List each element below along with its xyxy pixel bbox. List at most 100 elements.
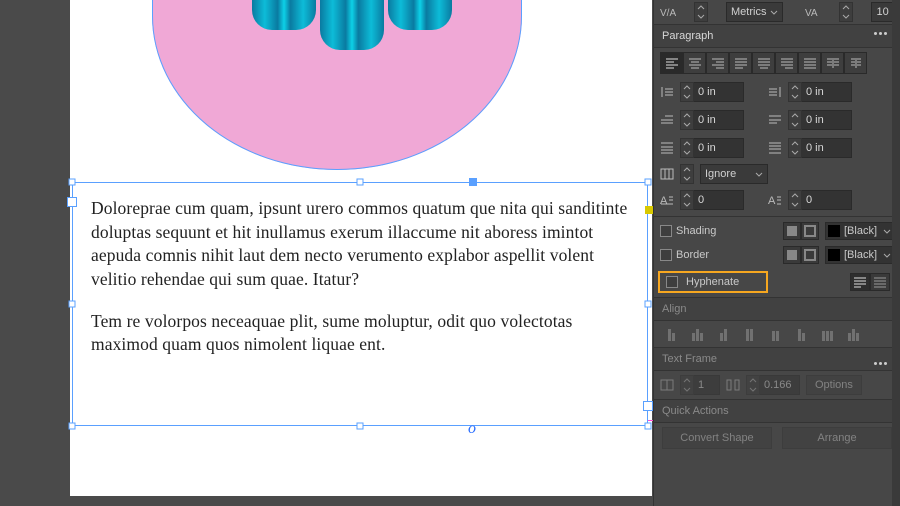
align-away-spine-button[interactable] xyxy=(844,52,867,74)
frame-handle[interactable] xyxy=(645,179,652,186)
justify-center-button[interactable] xyxy=(752,52,775,74)
last-line-indent-input[interactable] xyxy=(802,110,852,130)
paragraph-align-buttons xyxy=(654,48,900,78)
align-buttons xyxy=(654,321,900,347)
align-right-button[interactable] xyxy=(706,52,729,74)
quickactions-panel-header[interactable]: Quick Actions xyxy=(654,399,900,423)
image-frame-circle[interactable] xyxy=(152,0,522,170)
space-after-input[interactable] xyxy=(802,138,852,158)
last-line-indent-stepper[interactable] xyxy=(788,110,852,130)
textframe-panel-header[interactable]: Text Frame xyxy=(654,347,900,371)
border-swatch-dropdown[interactable]: [Black] xyxy=(825,246,894,264)
properties-panel: V/A Metrics VA 10 Paragraph xyxy=(653,0,900,506)
last-line-indent-icon xyxy=(768,114,782,126)
indent-right-icon xyxy=(768,86,782,98)
first-line-indent-stepper[interactable] xyxy=(680,110,744,130)
hyphenate-checkbox[interactable] xyxy=(666,276,678,288)
justify-all-button[interactable] xyxy=(798,52,821,74)
fill-icon[interactable] xyxy=(783,222,801,240)
align-v-centers-icon[interactable] xyxy=(766,327,784,341)
chevron-down-icon xyxy=(883,229,891,234)
chevron-down-icon xyxy=(883,253,891,258)
frame-handle[interactable] xyxy=(645,301,652,308)
dropcap-lines-input[interactable] xyxy=(694,190,744,210)
overset-indicator: o xyxy=(468,420,476,438)
distribute-v-icon[interactable] xyxy=(844,327,862,341)
dropcap-chars-input[interactable] xyxy=(802,190,852,210)
space-after-stepper[interactable] xyxy=(788,138,852,158)
distribute-h-icon[interactable] xyxy=(818,327,836,341)
text-out-port[interactable] xyxy=(643,401,653,411)
align-bottom-edges-icon[interactable] xyxy=(792,327,810,341)
body-paragraph-1[interactable]: Doloreprae cum quam, ipsunt urero commos… xyxy=(91,197,629,292)
indent-right-stepper[interactable] xyxy=(788,82,852,102)
align-top-edges-icon[interactable] xyxy=(740,327,758,341)
align-h-centers-icon[interactable] xyxy=(688,327,706,341)
indent-left-input[interactable] xyxy=(694,82,744,102)
kerning-dropdown[interactable]: Metrics xyxy=(726,2,783,22)
frame-handle[interactable] xyxy=(357,179,364,186)
paragraph-composer-button[interactable] xyxy=(870,273,890,291)
indent-right-input[interactable] xyxy=(802,82,852,102)
frame-handle[interactable] xyxy=(69,179,76,186)
kerning-stepper[interactable] xyxy=(694,2,708,22)
kerning-value: Metrics xyxy=(731,6,766,18)
justify-right-button[interactable] xyxy=(775,52,798,74)
span-columns-dropdown[interactable]: Ignore xyxy=(700,164,768,184)
frame-handle[interactable] xyxy=(69,301,76,308)
align-panel-header[interactable]: Align xyxy=(654,297,900,321)
border-checkbox[interactable] xyxy=(660,249,672,261)
first-line-indent-input[interactable] xyxy=(694,110,744,130)
dropcap-lines-icon: A xyxy=(660,194,674,206)
paragraph-panel-header[interactable]: Paragraph xyxy=(654,24,900,48)
space-before-input[interactable] xyxy=(694,138,744,158)
frame-handle[interactable] xyxy=(357,423,364,430)
shading-label: Shading xyxy=(676,225,716,237)
align-left-button[interactable] xyxy=(660,52,683,74)
border-fillstroke-toggle[interactable] xyxy=(783,246,819,264)
stroke-icon[interactable] xyxy=(801,246,819,264)
stroke-icon[interactable] xyxy=(801,222,819,240)
svg-text:V/A: V/A xyxy=(660,8,676,18)
cactus-image xyxy=(252,0,452,50)
dropcap-chars-stepper[interactable] xyxy=(788,190,852,210)
character-kerning-row: V/A Metrics VA 10 xyxy=(654,0,900,24)
svg-text:VA: VA xyxy=(805,8,818,18)
single-line-composer-button[interactable] xyxy=(850,273,870,291)
panel-dock-strip[interactable] xyxy=(892,0,900,506)
justify-left-button[interactable] xyxy=(729,52,752,74)
shading-fillstroke-toggle[interactable] xyxy=(783,222,819,240)
frame-anchor-right[interactable] xyxy=(645,206,653,214)
gutter-input[interactable] xyxy=(760,375,800,395)
arrange-button[interactable]: Arrange xyxy=(782,427,892,449)
body-paragraph-2[interactable]: Tem re volorpos neceaquae plit, sume mol… xyxy=(91,310,629,357)
align-left-edges-icon[interactable] xyxy=(662,327,680,341)
align-center-button[interactable] xyxy=(683,52,706,74)
hyphenate-label: Hyphenate xyxy=(686,276,739,288)
columns-stepper[interactable] xyxy=(680,375,720,395)
tracking-stepper[interactable] xyxy=(839,2,853,22)
frame-handle[interactable] xyxy=(69,423,76,430)
span-columns-stepper[interactable] xyxy=(680,164,694,184)
align-right-edges-icon[interactable] xyxy=(714,327,732,341)
dropcap-lines-stepper[interactable] xyxy=(680,190,744,210)
document-canvas[interactable]: Doloreprae cum quam, ipsunt urero commos… xyxy=(0,0,653,506)
text-frame[interactable]: Doloreprae cum quam, ipsunt urero commos… xyxy=(72,182,648,426)
gutter-stepper[interactable] xyxy=(746,375,800,395)
panel-more-icon[interactable] xyxy=(870,356,890,370)
frame-handle[interactable] xyxy=(645,423,652,430)
fill-icon[interactable] xyxy=(783,246,801,264)
space-before-stepper[interactable] xyxy=(680,138,744,158)
textframe-options-button[interactable]: Options xyxy=(806,375,862,395)
align-toward-spine-button[interactable] xyxy=(821,52,844,74)
indent-left-stepper[interactable] xyxy=(680,82,744,102)
kerning-icon: V/A xyxy=(660,6,676,18)
shading-swatch-dropdown[interactable]: [Black] xyxy=(825,222,894,240)
frame-anchor-top[interactable] xyxy=(469,178,477,186)
text-in-port[interactable] xyxy=(67,197,77,207)
shading-checkbox[interactable] xyxy=(660,225,672,237)
columns-input[interactable] xyxy=(694,375,720,395)
panel-more-icon[interactable] xyxy=(870,26,890,40)
convert-shape-button[interactable]: Convert Shape xyxy=(662,427,772,449)
columns-icon xyxy=(660,379,674,391)
